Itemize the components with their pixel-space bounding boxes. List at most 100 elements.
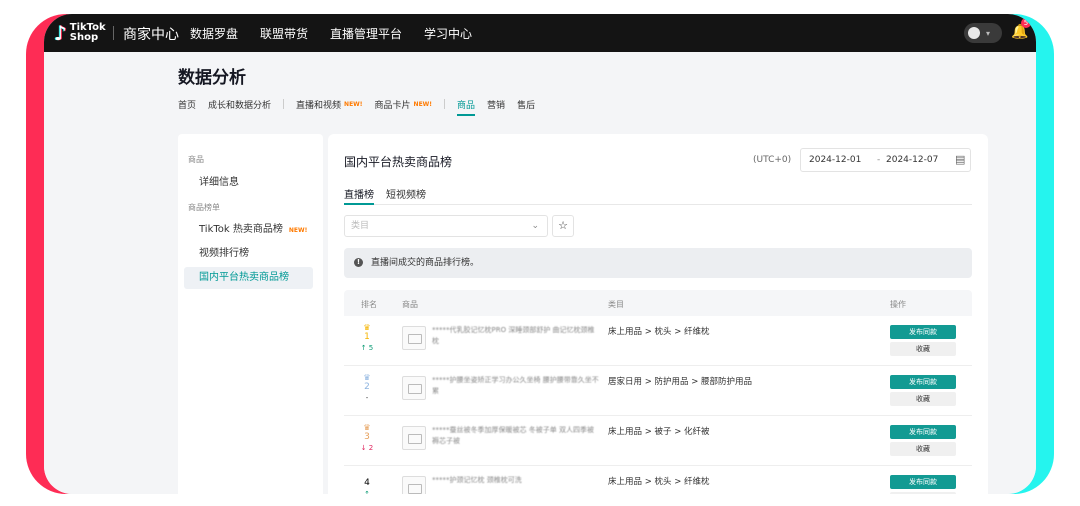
tiktok-shop-logo[interactable]: ♪ TikTok Shop [54,21,106,45]
publish-same-button[interactable]: 发布同款 [890,325,956,339]
date-separator: - [877,155,881,165]
product-title[interactable]: *****代乳胶记忆枕PRO 深睡颈部舒护 曲记忆枕颈椎枕 [432,325,600,347]
product-category: 床上用品 > 枕头 > 纤维枕 [608,327,710,337]
product-thumbnail[interactable] [402,326,426,350]
table-body: ♛ 1 ↑ 5 *****代乳胶记忆枕PRO 深睡颈部舒护 曲记忆枕颈椎枕 床上用品 >… [344,316,972,494]
product-thumbnail[interactable] [402,426,426,450]
header-rank: 排名 [361,300,377,309]
publish-same-button[interactable]: 发布同款 [890,425,956,439]
rank-number: 4 [364,478,370,488]
subnav-after-sales[interactable]: 售后 [517,98,535,111]
chevron-down-icon: ▾ [986,28,991,38]
subnav-divider [283,99,285,109]
info-icon: ! [354,258,363,267]
crown-icon: ♛ [363,423,371,432]
top-nav: 数据罗盘 联盟带货 直播管理平台 学习中心 [190,25,472,42]
timezone-label: (UTC+0) [753,155,792,165]
sidebar: 商品 详细信息 商品榜单 TikTok 热卖商品榜 NEW! 视频排行榜 国内平台… [178,134,323,494]
chat-bubble-icon [968,27,980,39]
date-end[interactable]: 2024-12-07 [886,155,938,165]
page-content: 数据分析 首页 成长和数据分析 直播和视频 NEW! 商品卡片 NEW! 商品 营销… [44,52,1036,494]
sub-navigation: 首页 成长和数据分析 直播和视频 NEW! 商品卡片 NEW! 商品 营销 售后 [178,96,547,116]
table-header: 排名 商品 类目 操作 [344,290,972,316]
subnav-product-card-label: 商品卡片 [374,100,411,111]
page-title: 数据分析 [178,68,246,88]
subnav-live-video[interactable]: 直播和视频 NEW! [296,98,363,111]
new-tag: NEW! [344,100,363,108]
product-title[interactable]: *****蚕丝被冬季加厚保暖被芯 冬被子单 双人四季被褥芯子被 [432,425,600,447]
seller-center-title[interactable]: 商家中心 [123,24,179,44]
table-row: ♛ 2 - *****护腰坐姿矫正学习办公久坐椅 腰护腰带靠久坐不累 居家日用 > 防护… [344,366,972,416]
nav-item-learning-center[interactable]: 学习中心 [424,25,472,42]
nav-item-live-platform[interactable]: 直播管理平台 [330,25,402,42]
rank-cell: ♛ 2 - [357,374,377,404]
favorite-star-button[interactable]: ☆ [552,215,574,237]
tab-live[interactable]: 直播榜 [344,186,374,205]
product-category: 床上用品 > 被子 > 化纤被 [608,427,710,437]
subnav-product-card[interactable]: 商品卡片 NEW! [375,98,433,111]
chevron-down-icon: ⌄ [531,221,539,231]
subnav-home[interactable]: 首页 [178,98,196,111]
tiktok-note-icon: ♪ [54,21,67,45]
table-row: ♛ 3 ↓ 2 *****蚕丝被冬季加厚保暖被芯 冬被子单 双人四季被褥芯子被 床上用品… [344,416,972,466]
product-title[interactable]: *****护腰坐姿矫正学习办公久坐椅 腰护腰带靠久坐不累 [432,375,600,397]
header-product: 商品 [402,300,418,309]
date-range-picker[interactable]: 2024-12-01 - 2024-12-07 ▤ [800,148,971,172]
product-thumbnail[interactable] [402,476,426,494]
favorite-button[interactable]: 收藏 [890,492,956,494]
date-start[interactable]: 2024-12-01 [809,155,861,165]
rank-cell: ♛ 3 ↓ 2 [357,424,377,454]
publish-same-button[interactable]: 发布同款 [890,375,956,389]
subnav-live-video-label: 直播和视频 [296,100,342,111]
product-title[interactable]: *****护颈记忆枕 颈椎枕可洗 [432,475,600,486]
rank-cell: ♛ 1 ↑ 5 [357,324,377,354]
rank-trend: ↑ 5 [360,344,374,352]
subnav-products[interactable]: 商品 [457,98,476,116]
subnav-marketing[interactable]: 营销 [487,98,505,111]
table-row: 4 ↑ 999+ *****护颈记忆枕 颈椎枕可洗床上用品 > 枕头 > 纤维枕 发布… [344,466,972,494]
rank-number: 2 [364,382,370,392]
ranking-tabs: 直播榜 短视频榜 [344,186,972,205]
notification-badge: 5 [1021,18,1031,28]
favorite-button[interactable]: 收藏 [890,392,956,406]
rank-trend: ↓ 2 [360,444,374,452]
sidebar-item-domestic-hot[interactable]: 国内平台热卖商品榜 [184,267,313,289]
rank-trend: - [365,394,369,402]
app-window: ♪ TikTok Shop 商家中心 数据罗盘 联盟带货 直播管理平台 学习中心… [44,14,1036,494]
product-category: 床上用品 > 枕头 > 纤维枕 [608,477,710,487]
panel-title: 国内平台热卖商品榜 [344,155,453,169]
nav-item-affiliate[interactable]: 联盟带货 [260,25,308,42]
rank-number: 1 [364,332,370,342]
subnav-growth[interactable]: 成长和数据分析 [208,98,271,111]
new-tag: NEW! [288,227,308,234]
favorite-button[interactable]: 收藏 [890,442,956,456]
logo-text-line2: Shop [69,32,99,43]
top-navbar: ♪ TikTok Shop 商家中心 数据罗盘 联盟带货 直播管理平台 学习中心… [44,14,1036,52]
category-select[interactable]: 类目 ⌄ [344,215,548,237]
rank-number: 3 [364,432,370,442]
rank-cell: 4 ↑ 999+ [357,478,377,494]
favorite-button[interactable]: 收藏 [890,342,956,356]
product-thumbnail[interactable] [402,376,426,400]
notice-text: 直播间成交的商品排行榜。 [371,258,480,268]
sidebar-item-detail[interactable]: 详细信息 [184,172,313,194]
crown-icon: ♛ [363,373,371,382]
crown-icon: ♛ [363,323,371,332]
sidebar-item-label: TikTok 热卖商品榜 [199,224,283,235]
table-row: ♛ 1 ↑ 5 *****代乳胶记忆枕PRO 深睡颈部舒护 曲记忆枕颈椎枕 床上用品 >… [344,316,972,366]
nav-item-data-compass[interactable]: 数据罗盘 [190,25,238,42]
star-icon: ☆ [558,219,568,232]
header-action: 操作 [890,300,906,309]
subnav-divider [444,99,446,109]
sidebar-item-tiktok-hot[interactable]: TikTok 热卖商品榜 NEW! [184,219,313,241]
header-category: 类目 [608,300,624,309]
calendar-icon[interactable]: ▤ [955,153,965,166]
new-tag: NEW! [413,100,433,108]
message-dropdown[interactable]: ▾ [964,23,1002,43]
tab-short-video[interactable]: 短视频榜 [386,186,426,204]
info-notice: ! 直播间成交的商品排行榜。 [344,248,972,278]
sidebar-item-video-rank[interactable]: 视频排行榜 [184,243,313,265]
rank-trend: ↑ 999+ [364,490,370,494]
publish-same-button[interactable]: 发布同款 [890,475,956,489]
navbar-divider [113,26,114,40]
